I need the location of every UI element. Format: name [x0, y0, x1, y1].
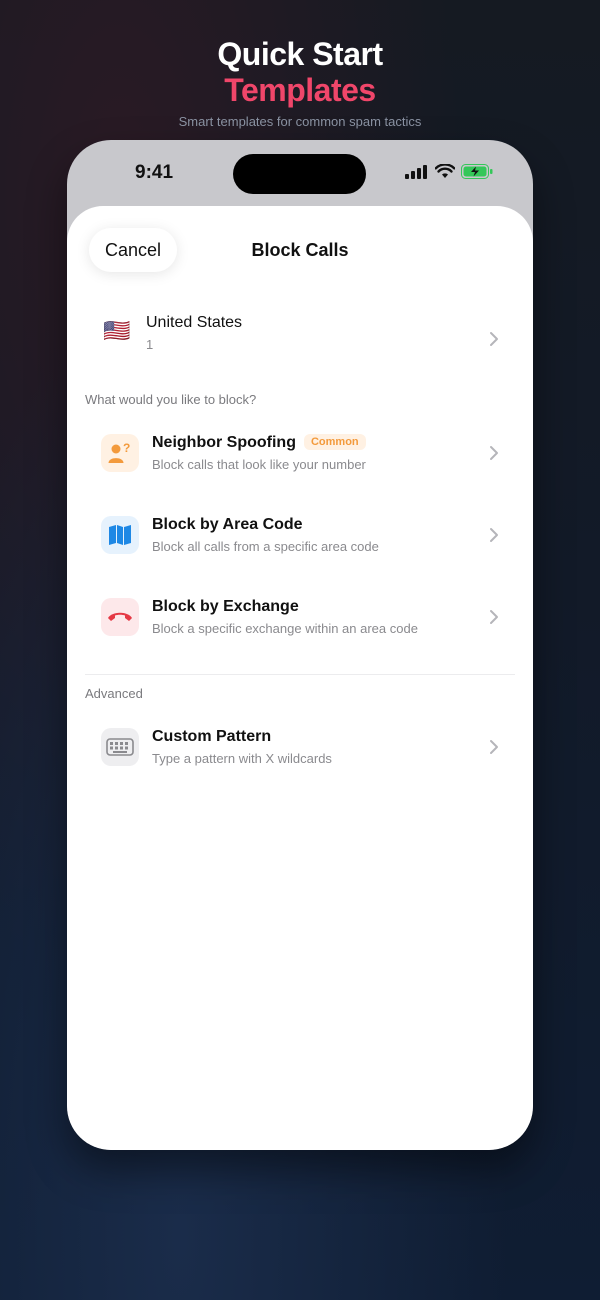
option-label: Block by Area Code [152, 516, 303, 533]
advanced-section-label: Advanced [85, 686, 143, 701]
neighbor-spoofing-icon: ? [101, 434, 139, 472]
block-calls-sheet: Cancel Block Calls 🇺🇸 United States 1 Wh… [67, 206, 533, 1150]
country-name: United States [146, 314, 243, 331]
country-code: 1 [146, 337, 154, 352]
option-neighbor-spoofing[interactable]: ? Neighbor Spoofing Common Block calls th… [67, 424, 533, 484]
status-icons [405, 164, 493, 179]
status-bar: 9:41 [67, 140, 533, 206]
chevron-right-icon [490, 528, 498, 542]
signal-icon [405, 164, 427, 179]
block-section-label: What would you like to block? [85, 392, 257, 407]
chevron-right-icon [490, 446, 498, 460]
sheet-title: Block Calls [251, 240, 349, 260]
option-label: Block by Exchange [152, 598, 299, 615]
hero-title-line2: Templates [224, 72, 376, 108]
dynamic-island [233, 154, 366, 194]
hero-header: Quick Start Templates Smart templates fo… [0, 36, 600, 129]
option-custom-pattern[interactable]: Custom Pattern Type a pattern with X wil… [67, 718, 533, 778]
common-badge: Common [303, 434, 366, 450]
option-description: Type a pattern with X wildcards [152, 751, 332, 766]
status-time: 9:41 [135, 162, 174, 183]
option-description: Block calls that look like your number [152, 457, 366, 472]
country-selector[interactable]: 🇺🇸 United States 1 [67, 310, 533, 370]
chevron-right-icon [490, 332, 498, 346]
option-exchange[interactable]: Block by Exchange Block a specific excha… [67, 588, 533, 648]
battery-charging-icon [461, 164, 493, 179]
hero-title-line1: Quick Start [217, 36, 383, 72]
option-description: Block all calls from a specific area cod… [152, 539, 379, 554]
section-divider [85, 674, 515, 675]
option-label: Custom Pattern [152, 728, 272, 745]
map-icon [101, 516, 139, 554]
option-description: Block a specific exchange within an area… [152, 621, 418, 636]
keyboard-icon [101, 728, 139, 766]
hang-up-phone-icon [101, 598, 139, 636]
hero-subtitle: Smart templates for common spam tactics [178, 114, 422, 129]
us-flag-icon: 🇺🇸 [103, 318, 131, 343]
option-label: Neighbor Spoofing Common [152, 434, 366, 452]
phone-frame: 9:41 Cancel Block Calls 🇺🇸 United States… [67, 140, 533, 1150]
chevron-right-icon [490, 740, 498, 754]
svg-text:?: ? [123, 441, 130, 455]
chevron-right-icon [490, 610, 498, 624]
option-area-code[interactable]: Block by Area Code Block all calls from … [67, 506, 533, 566]
wifi-icon [435, 164, 455, 178]
